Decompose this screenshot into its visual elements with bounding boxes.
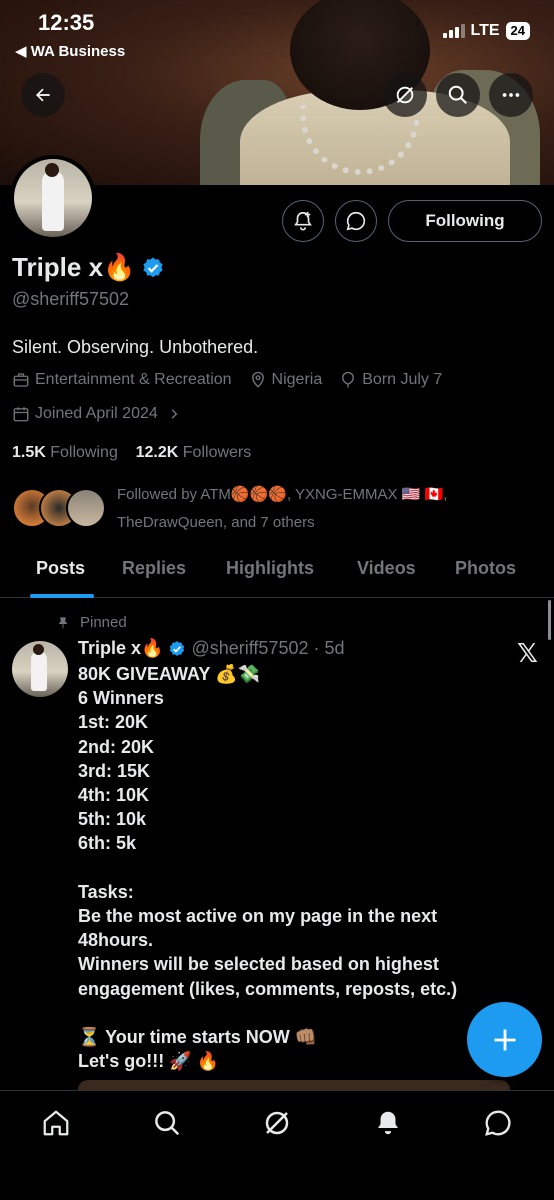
more-icon (502, 93, 520, 97)
follow-counts: 1.5K Following 12.2K Followers (12, 444, 251, 462)
tab-photos[interactable]: Photos (455, 558, 516, 579)
status-back-app[interactable]: ◀ WA Business (15, 42, 125, 60)
x-logo-icon[interactable]: 𝕏 (517, 638, 538, 669)
status-time: 12:35 (38, 10, 95, 35)
tab-highlights[interactable]: Highlights (226, 558, 314, 579)
followers-label: Followers (182, 444, 252, 461)
post-handle[interactable]: @sheriff57502 (191, 638, 308, 659)
tab-videos[interactable]: Videos (357, 558, 416, 579)
profile-bio: Silent. Observing. Unbothered. (12, 337, 259, 357)
nav-messages[interactable] (481, 1106, 515, 1140)
active-tab-indicator (30, 594, 94, 598)
nav-grok[interactable] (260, 1106, 294, 1140)
followed-by-avatars[interactable] (12, 488, 106, 528)
profile-birthday: Born July 7 (362, 371, 443, 388)
search-icon (448, 85, 467, 104)
message-button[interactable] (335, 200, 377, 242)
post-author[interactable]: Triple x🔥 (78, 638, 163, 659)
following-label: Following (50, 444, 118, 461)
profile-avatar[interactable] (10, 155, 96, 241)
tab-posts[interactable]: Posts (36, 558, 85, 579)
following-count: 1.5K (12, 444, 46, 461)
messages-nav-icon (485, 1110, 511, 1136)
scrollbar[interactable] (548, 600, 551, 640)
bell-icon (378, 1111, 398, 1135)
briefcase-icon (13, 373, 29, 387)
grok-nav-icon (265, 1111, 289, 1135)
followed-by-text[interactable]: Followed by ATM🏀🏀🏀, YXNG-EMMAX 🇺🇸 🇨🇦, Th… (117, 481, 537, 537)
bottom-navigation (0, 1090, 554, 1200)
verified-icon (170, 640, 185, 656)
location-icon (251, 371, 264, 388)
profile-joined: Joined April 2024 (35, 405, 158, 422)
pin-icon (58, 616, 68, 628)
profile-joined-row[interactable]: Joined April 2024 (12, 405, 181, 423)
profile-location: Nigeria (271, 371, 323, 388)
followers-count: 12.2K (135, 444, 179, 461)
battery-icon: 24 (505, 22, 530, 40)
following-link[interactable]: 1.5K Following (12, 444, 118, 461)
explore-icon (155, 1111, 180, 1136)
profile-name-text: Triple x🔥 (12, 252, 136, 282)
nav-home[interactable] (39, 1106, 73, 1140)
signal-icon (442, 24, 465, 38)
post-avatar[interactable] (12, 641, 68, 697)
profile-category[interactable]: Entertainment & Recreation (35, 371, 232, 389)
compose-button[interactable] (467, 1002, 542, 1077)
calendar-icon (13, 407, 29, 422)
post-text[interactable]: 80K GIVEAWAY 💰💸 6 Winners 1st: 20K 2nd: … (78, 662, 508, 1073)
post-header: Triple x🔥 @sheriff57502 · 5d (78, 638, 345, 659)
following-button[interactable]: Following (388, 200, 542, 242)
grok-icon (396, 86, 414, 104)
pinned-text: Pinned (80, 614, 127, 631)
status-indicators: LTE 24 (442, 22, 530, 40)
home-icon (43, 1110, 69, 1136)
network-label: LTE (470, 22, 500, 39)
plus-icon (494, 1029, 515, 1050)
verified-icon (143, 257, 164, 277)
post-age: · 5d (313, 638, 345, 658)
profile-tabs: Posts Replies Highlights Videos Photos (0, 545, 554, 598)
pinned-label: Pinned (56, 614, 127, 631)
avatar (66, 488, 106, 528)
more-button[interactable] (489, 73, 533, 117)
back-button[interactable] (21, 73, 65, 117)
grok-button[interactable] (383, 73, 427, 117)
notify-plus-icon (294, 211, 312, 231)
profile-name: Triple x🔥 (12, 252, 165, 283)
tab-replies[interactable]: Replies (122, 558, 186, 579)
post-media[interactable] (78, 1080, 510, 1090)
profile-handle: @sheriff57502 (12, 289, 130, 309)
message-icon (346, 211, 366, 231)
profile-meta-row: Entertainment & Recreation Nigeria Born … (12, 371, 442, 389)
search-button[interactable] (436, 73, 480, 117)
chevron-right-icon (171, 409, 178, 419)
back-arrow-icon (36, 88, 50, 102)
nav-explore[interactable] (150, 1106, 184, 1140)
nav-notifications[interactable] (371, 1106, 405, 1140)
balloon-icon (342, 371, 355, 388)
notify-button[interactable] (282, 200, 324, 242)
followers-link[interactable]: 12.2K Followers (136, 444, 252, 461)
